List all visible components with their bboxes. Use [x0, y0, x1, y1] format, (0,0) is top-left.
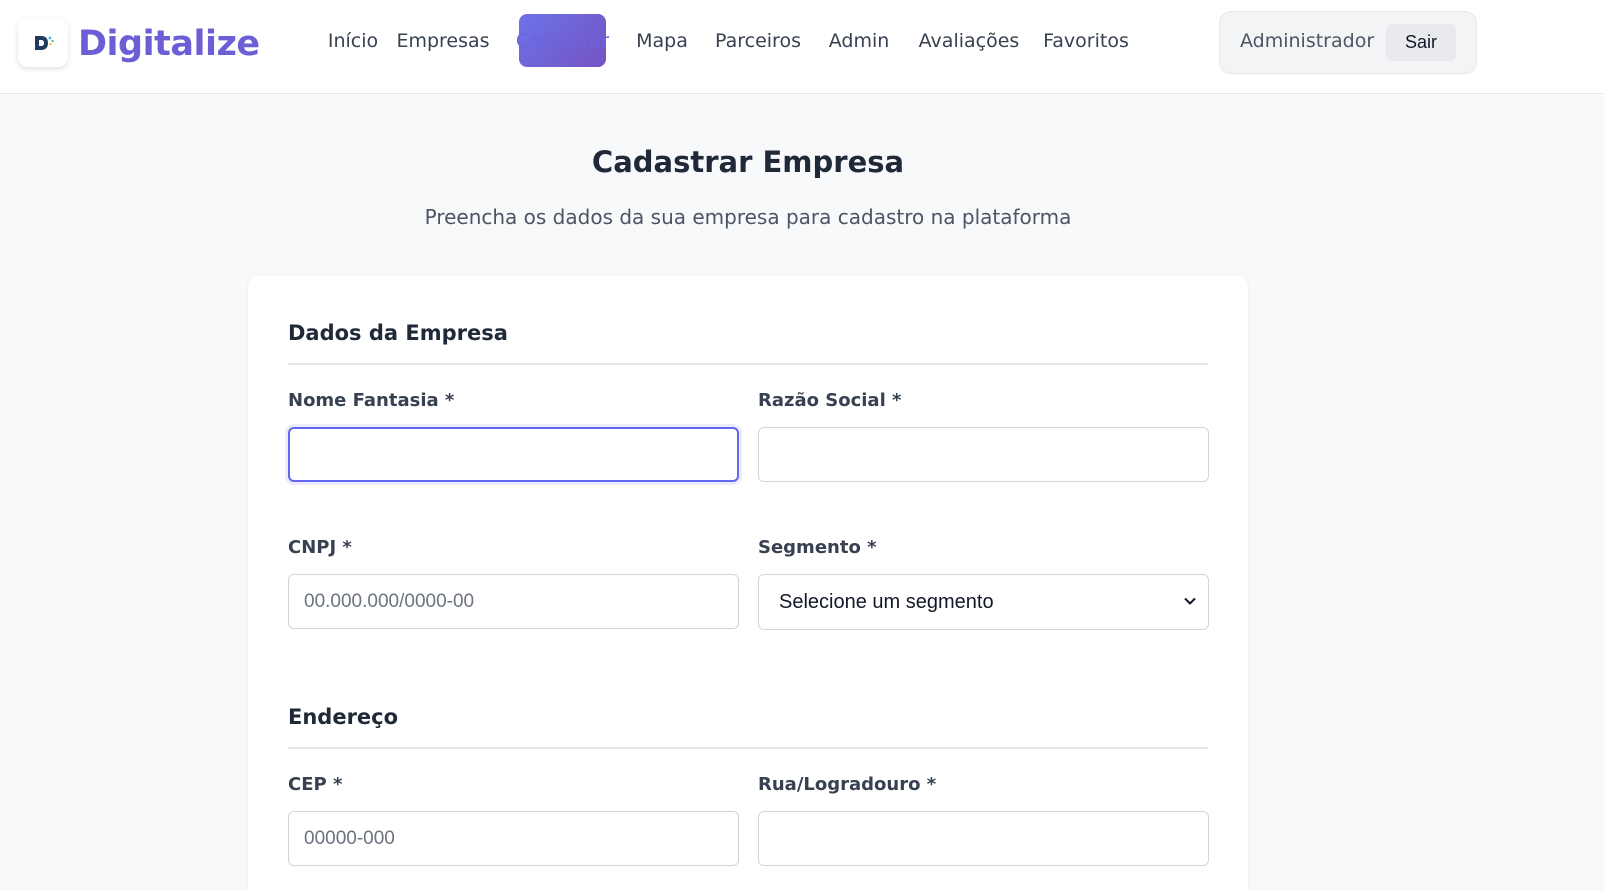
top-navbar: Digitalize Início Empresas Cadastrar Map…: [0, 0, 1604, 94]
nav-parceiros[interactable]: Parceiros: [715, 14, 801, 67]
brand-name[interactable]: Digitalize: [78, 20, 260, 68]
nav-empresas[interactable]: Empresas: [396, 14, 489, 67]
chevron-down-icon: [1184, 597, 1196, 605]
page-title: Cadastrar Empresa: [591, 145, 905, 179]
section-title-company: Dados da Empresa: [288, 321, 508, 345]
segment-label: Segmento *: [758, 537, 877, 558]
segment-selected-value: Selecione um segmento: [779, 590, 994, 613]
user-menu: Administrador Sair: [1219, 11, 1477, 74]
trade-name-label: Nome Fantasia *: [288, 390, 455, 411]
section-divider: [288, 747, 1208, 749]
nav-inicio[interactable]: Início: [320, 14, 386, 67]
nav-cadastrar[interactable]: Cadastrar: [516, 14, 609, 67]
user-name: Administrador: [1240, 30, 1375, 52]
trade-name-input[interactable]: [288, 427, 739, 482]
segment-select[interactable]: Selecione um segmento: [758, 574, 1209, 630]
page-subtitle: Preencha os dados da sua empresa para ca…: [424, 205, 1072, 229]
section-title-address: Endereço: [288, 705, 399, 729]
cnpj-label: CNPJ *: [288, 537, 352, 558]
cep-label: CEP *: [288, 774, 343, 795]
nav-admin[interactable]: Admin: [826, 14, 892, 67]
legal-name-label: Razão Social *: [758, 390, 902, 411]
nav-mapa[interactable]: Mapa: [633, 14, 691, 67]
section-divider: [288, 363, 1208, 365]
legal-name-input[interactable]: [758, 427, 1209, 482]
cep-input[interactable]: [288, 811, 739, 866]
cnpj-input[interactable]: [288, 574, 739, 629]
company-registration-form: Dados da Empresa Nome Fantasia * Razão S…: [248, 276, 1248, 891]
logout-button[interactable]: Sair: [1386, 24, 1456, 61]
nav-favoritos[interactable]: Favoritos: [1042, 14, 1130, 67]
nav-avaliacoes[interactable]: Avaliações: [917, 14, 1021, 67]
digitalize-logo-icon[interactable]: [18, 18, 68, 67]
street-label: Rua/Logradouro *: [758, 774, 937, 795]
street-input[interactable]: [758, 811, 1209, 866]
